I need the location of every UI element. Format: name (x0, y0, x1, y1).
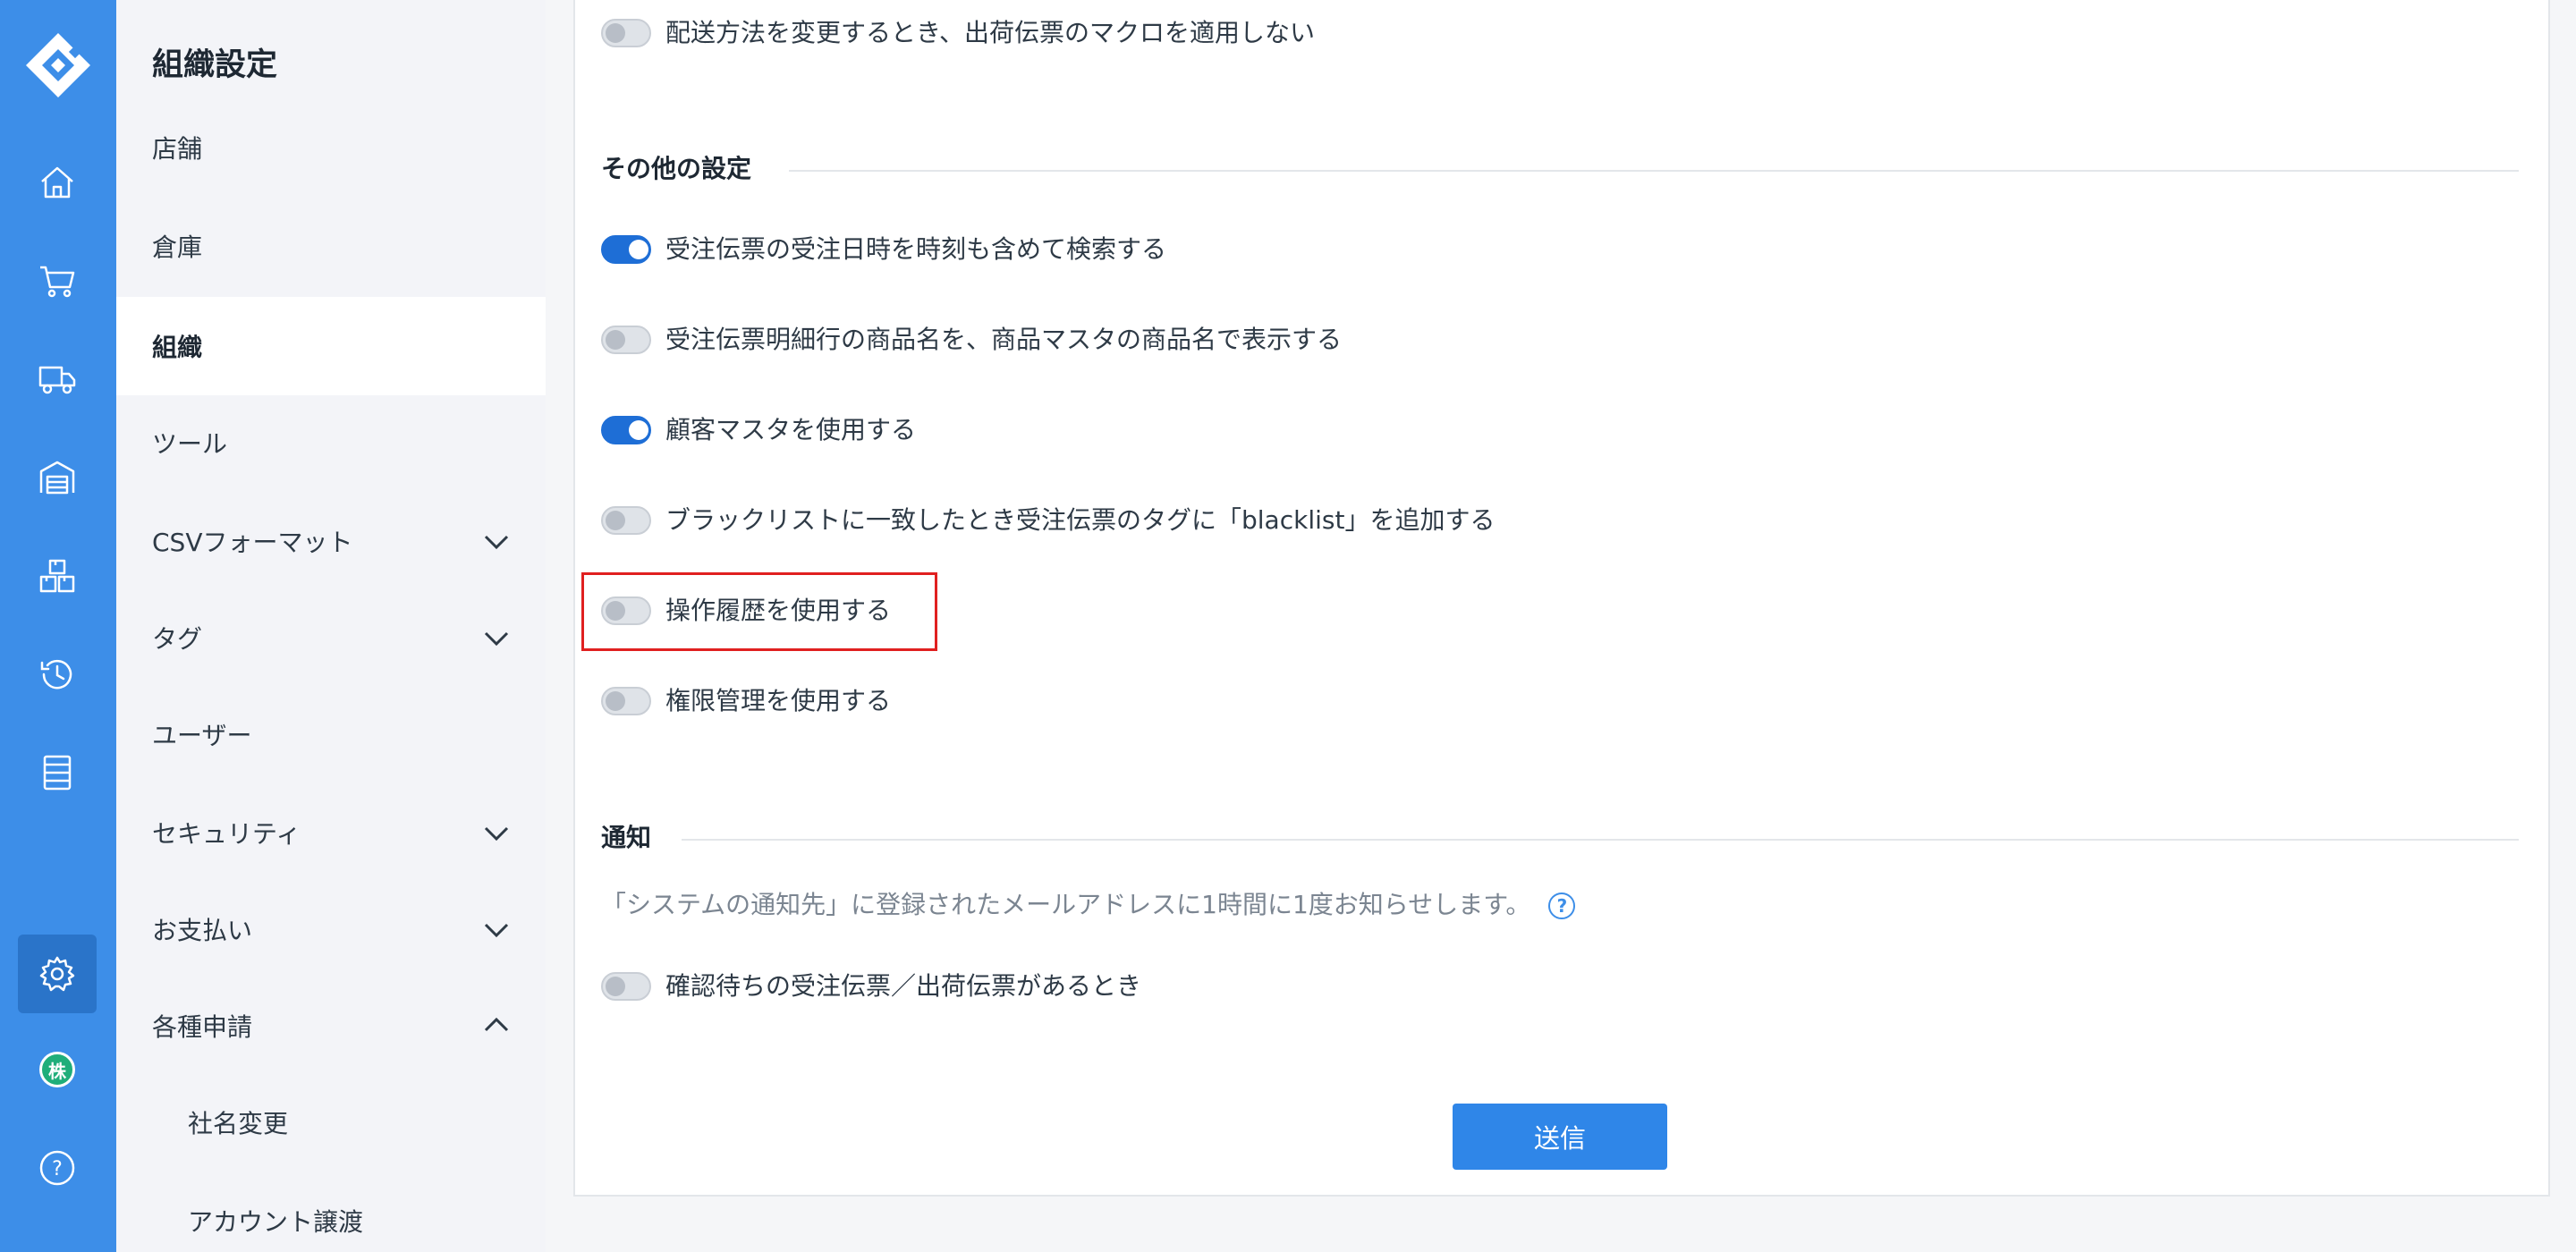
nav-subitem-account-transfer[interactable]: アカウント譲渡 (116, 1172, 546, 1252)
nav-item-warehouse[interactable]: 倉庫 (116, 197, 546, 295)
chevron-down-icon (484, 631, 509, 647)
chevron-down-icon (484, 923, 509, 938)
toggle-knob (629, 240, 648, 259)
truck-icon[interactable] (18, 340, 97, 419)
setting-label-blacklist-tag: ブラックリストに一致したとき受注伝票のタグに「blacklist」を追加する (665, 505, 1496, 535)
setting-label-permission-management: 権限管理を使用する (665, 686, 892, 715)
settings-subnav: 組織設定 店舗 倉庫 組織 ツール CSVフォーマット タグ ユーザー セキュリ… (116, 0, 546, 1252)
toggle-knob (606, 23, 625, 43)
notify-note: 「システムの通知先」に登録されたメールアドレスに1時間に1度お知らせします。? (601, 889, 1576, 921)
warehouse-icon[interactable] (18, 438, 97, 517)
toggle-knob (606, 330, 625, 350)
chevron-up-icon (484, 1017, 509, 1032)
svg-text:?: ? (52, 1158, 63, 1180)
nav-item-label: アカウント譲渡 (188, 1207, 364, 1237)
submit-button[interactable]: 送信 (1453, 1104, 1667, 1170)
setting-label-customer-master: 顧客マスタを使用する (665, 415, 917, 444)
toggle-pending-slips[interactable] (601, 972, 651, 1001)
setting-label-pending-slips: 確認待ちの受注伝票／出荷伝票があるとき (665, 971, 1142, 1001)
nav-item-store[interactable]: 店舗 (116, 98, 546, 197)
icon-rail: 株 ? (0, 0, 116, 1252)
notify-note-text: 「システムの通知先」に登録されたメールアドレスに1時間に1度お知らせします。 (601, 890, 1531, 919)
section-title-other: その他の設定 (601, 154, 752, 183)
section-title-notify: 通知 (601, 823, 652, 852)
nav-item-payment[interactable]: お支払い (116, 880, 546, 978)
toggle-operation-history[interactable] (601, 596, 651, 625)
nav-subitem-company-rename[interactable]: 社名変更 (116, 1073, 546, 1172)
toggle-permission-management[interactable] (601, 687, 651, 715)
nav-item-label: ユーザー (152, 721, 252, 750)
section-divider (789, 170, 2519, 172)
setting-label-operation-history: 操作履歴を使用する (665, 596, 892, 625)
nav-item-label: CSVフォーマット (152, 528, 353, 557)
toggle-search-time[interactable] (601, 235, 651, 264)
nav-item-label: ツール (152, 429, 228, 459)
nav-item-users[interactable]: ユーザー (116, 685, 546, 783)
company-badge-icon[interactable]: 株 (18, 1030, 97, 1109)
help-circle-icon[interactable]: ? (1548, 892, 1576, 919)
help-circle-icon[interactable]: ? (18, 1129, 97, 1207)
toggle-knob (606, 601, 625, 621)
boxes-icon[interactable] (18, 537, 97, 615)
nav-item-label: 店舗 (152, 134, 203, 164)
setting-label-search-time: 受注伝票の受注日時を時刻も含めて検索する (665, 234, 1167, 264)
nav-item-security[interactable]: セキュリティ (116, 783, 546, 882)
nav-item-tools[interactable]: ツール (116, 393, 546, 492)
chevron-down-icon (484, 535, 509, 550)
nav-item-applications[interactable]: 各種申請 (116, 977, 546, 1075)
nav-item-label: 各種申請 (152, 1012, 253, 1042)
nav-item-label: タグ (152, 624, 203, 654)
toggle-customer-master[interactable] (601, 416, 651, 444)
toggle-knob (606, 691, 625, 711)
toggle-shipping-macro[interactable] (601, 19, 651, 47)
nav-item-label: 社名変更 (188, 1109, 289, 1138)
section-divider (682, 839, 2519, 841)
history-icon[interactable] (18, 635, 97, 714)
settings-gear-icon[interactable] (18, 935, 97, 1013)
toggle-knob (629, 420, 648, 440)
toggle-product-master-name[interactable] (601, 326, 651, 354)
app-logo-icon[interactable] (22, 30, 94, 101)
toggle-blacklist-tag[interactable] (601, 506, 651, 535)
nav-item-label: 組織 (152, 333, 203, 362)
toggle-knob (606, 977, 625, 996)
chevron-down-icon (484, 826, 509, 842)
subnav-title: 組織設定 (152, 47, 278, 83)
nav-item-label: 倉庫 (152, 233, 203, 262)
toggle-knob (606, 511, 625, 530)
nav-item-label: セキュリティ (152, 819, 301, 849)
company-badge-label: 株 (39, 1052, 75, 1087)
nav-item-csv-format[interactable]: CSVフォーマット (116, 492, 546, 590)
setting-label-shipping-macro: 配送方法を変更するとき、出荷伝票のマクロを適用しない (665, 18, 1316, 47)
list-document-icon[interactable] (18, 733, 97, 812)
cart-icon[interactable] (18, 241, 97, 320)
nav-item-tags[interactable]: タグ (116, 588, 546, 687)
setting-label-product-master-name: 受注伝票明細行の商品名を、商品マスタの商品名で表示する (665, 325, 1343, 354)
nav-item-organization[interactable]: 組織 (116, 297, 546, 395)
home-icon[interactable] (18, 143, 97, 222)
nav-item-label: お支払い (152, 916, 253, 945)
